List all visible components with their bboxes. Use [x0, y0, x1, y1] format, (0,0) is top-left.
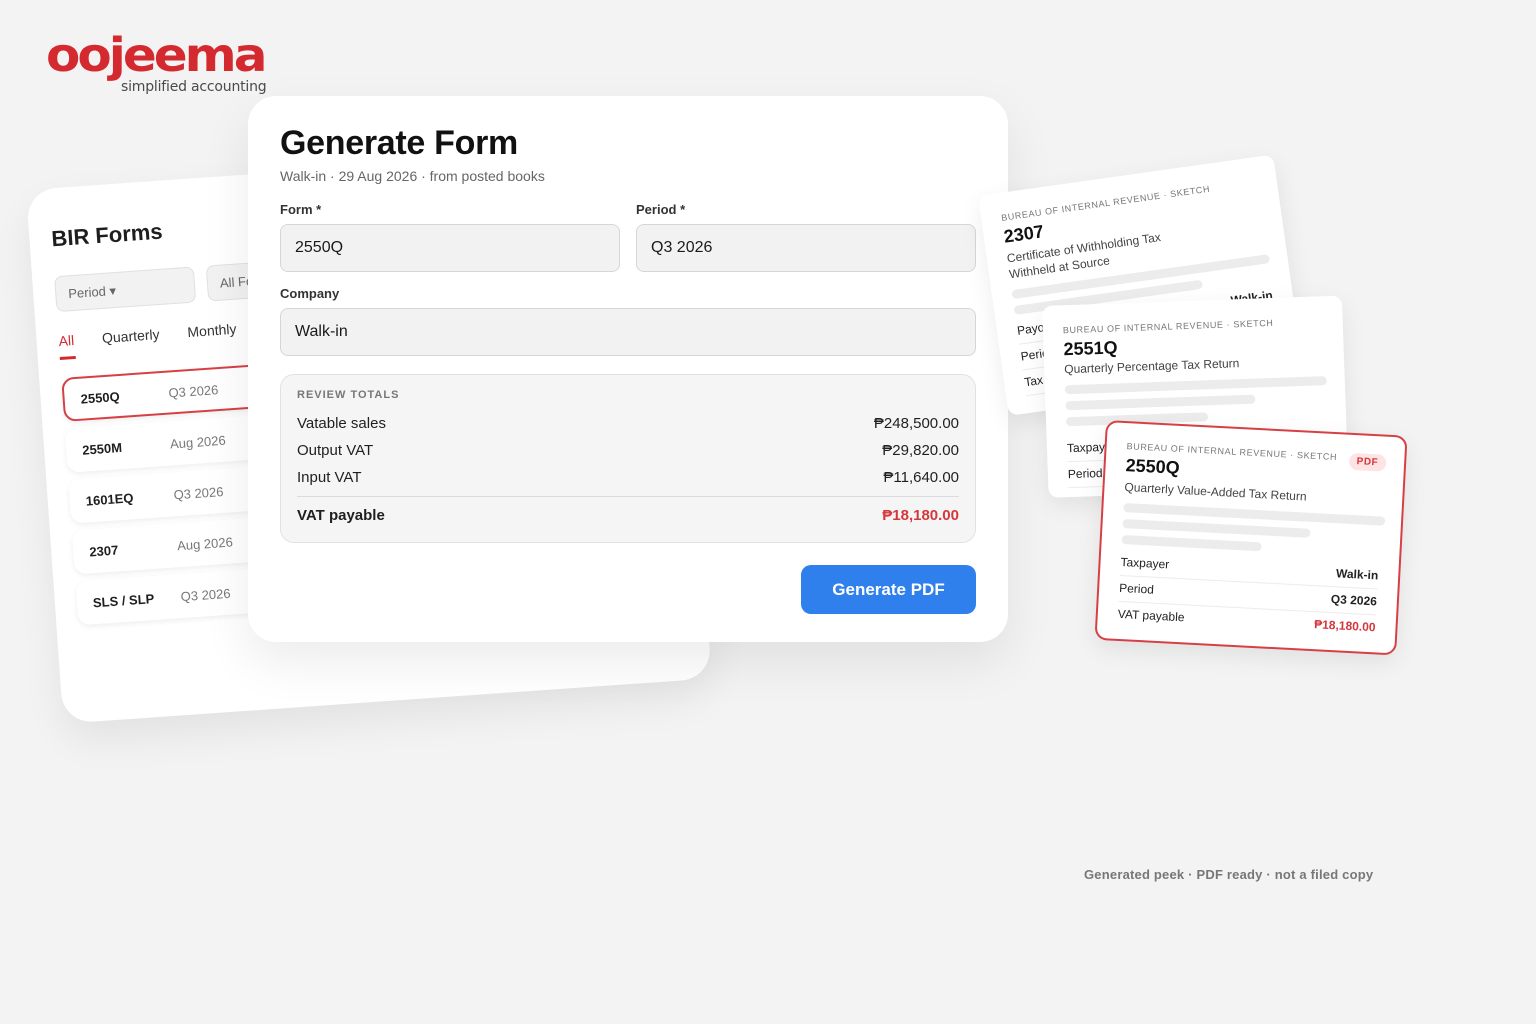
form-code: 2550Q — [80, 388, 121, 407]
doc-header: BUREAU OF INTERNAL REVENUE · SKETCH — [1062, 317, 1274, 336]
form-period: Q3 2026 — [167, 381, 219, 401]
doc-key: VAT payable — [1117, 606, 1185, 625]
text-placeholder — [1122, 519, 1311, 538]
vat-payable-value: ₱18,180.00 — [882, 507, 959, 524]
review-totals: REVIEW TOTALS Vatable sales ₱248,500.00 … — [280, 374, 976, 543]
form-period: Q3 2026 — [180, 585, 231, 604]
generate-form-card: Generate Form Walk-in · 29 Aug 2026 · fr… — [248, 96, 1008, 642]
vatable-sales-row: Vatable sales ₱248,500.00 — [297, 415, 959, 432]
period-select[interactable]: Q3 2026 — [636, 224, 976, 272]
form-label: Form * — [280, 202, 322, 217]
doc-code: 2551Q — [1063, 337, 1118, 360]
doc-title: Quarterly Value-Added Tax Return — [1124, 480, 1307, 504]
doc-value: ₱18,180.00 — [1313, 617, 1376, 635]
bir-forms-title: BIR Forms — [50, 218, 164, 252]
period-label: Period * — [636, 202, 686, 217]
doc-key: Taxpay — [1066, 439, 1106, 456]
input-vat-label: Input VAT — [297, 469, 362, 486]
generate-pdf-button[interactable]: Generate PDF — [801, 565, 976, 614]
text-placeholder — [1064, 376, 1327, 395]
output-vat-label: Output VAT — [297, 442, 374, 459]
form-code: 2550M — [81, 439, 123, 458]
pdf-badge: PDF — [1348, 452, 1387, 472]
company-select[interactable]: Walk-in — [280, 308, 976, 356]
company-label: Company — [280, 286, 340, 301]
doc-header: BUREAU OF INTERNAL REVENUE · SKETCH — [1000, 183, 1211, 223]
period-filter[interactable]: Period ▾ — [54, 266, 197, 313]
form-select[interactable]: 2550Q — [280, 224, 620, 272]
bir-tabs: All Quarterly Monthly — [58, 321, 238, 361]
text-placeholder — [1065, 394, 1256, 411]
output-vat-row: Output VAT ₱29,820.00 — [297, 442, 959, 459]
text-placeholder — [1121, 534, 1262, 552]
review-heading: REVIEW TOTALS — [297, 389, 400, 401]
form-period: Q3 2026 — [173, 483, 224, 502]
form-code: SLS / SLP — [92, 590, 155, 610]
vatable-sales-value: ₱248,500.00 — [873, 415, 959, 432]
form-period: Aug 2026 — [176, 533, 234, 553]
brand-tagline: simplified accounting — [121, 79, 267, 95]
tab-all[interactable]: All — [58, 332, 76, 361]
form-period: Aug 2026 — [169, 432, 227, 452]
vat-payable-row: VAT payable ₱18,180.00 — [297, 507, 959, 524]
tab-monthly[interactable]: Monthly — [187, 321, 238, 351]
input-vat-value: ₱11,640.00 — [883, 469, 959, 486]
doc-preview-2550q[interactable]: PDF BUREAU OF INTERNAL REVENUE · SKETCH … — [1094, 420, 1408, 656]
doc-key: Taxpayer — [1120, 554, 1170, 572]
page-subtitle: Walk-in · 29 Aug 2026 · from posted book… — [280, 168, 545, 184]
form-code: 1601EQ — [85, 489, 134, 509]
brand-name: oojeema — [46, 28, 268, 83]
footer-note: Generated peek · PDF ready · not a filed… — [1084, 867, 1374, 882]
form-code: 2307 — [88, 541, 119, 559]
doc-code: 2307 — [1002, 221, 1045, 247]
vat-payable-label: VAT payable — [297, 507, 385, 524]
output-vat-value: ₱29,820.00 — [882, 442, 959, 459]
input-vat-row: Input VAT ₱11,640.00 — [297, 469, 959, 486]
vatable-sales-label: Vatable sales — [297, 415, 386, 432]
doc-value: Q3 2026 — [1330, 592, 1378, 609]
doc-key: Period — [1118, 580, 1155, 597]
doc-value: Walk-in — [1335, 566, 1379, 583]
doc-key: Period — [1067, 465, 1103, 482]
tab-quarterly[interactable]: Quarterly — [102, 326, 161, 357]
brand-logo: oojeema simplified accounting — [46, 28, 276, 100]
divider — [297, 496, 959, 497]
page-title: Generate Form — [280, 124, 518, 162]
doc-code: 2550Q — [1125, 455, 1181, 478]
